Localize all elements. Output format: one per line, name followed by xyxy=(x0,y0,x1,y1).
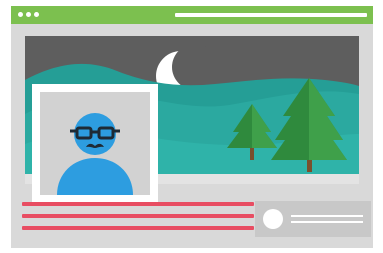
info-card[interactable] xyxy=(255,201,371,237)
window-dot-icon[interactable] xyxy=(34,12,39,17)
address-bar[interactable] xyxy=(175,13,367,17)
text-line xyxy=(22,214,254,218)
info-line xyxy=(291,221,363,223)
user-avatar-icon xyxy=(57,113,133,195)
text-line xyxy=(22,226,254,230)
text-line xyxy=(22,202,254,206)
circle-placeholder-icon xyxy=(263,209,283,229)
window-dot-icon[interactable] xyxy=(26,12,31,17)
title-bar xyxy=(11,6,373,24)
browser-window xyxy=(11,6,373,248)
profile-picture-card[interactable] xyxy=(32,84,158,203)
info-line xyxy=(291,215,363,217)
window-dot-icon[interactable] xyxy=(18,12,23,17)
avatar xyxy=(40,92,150,195)
